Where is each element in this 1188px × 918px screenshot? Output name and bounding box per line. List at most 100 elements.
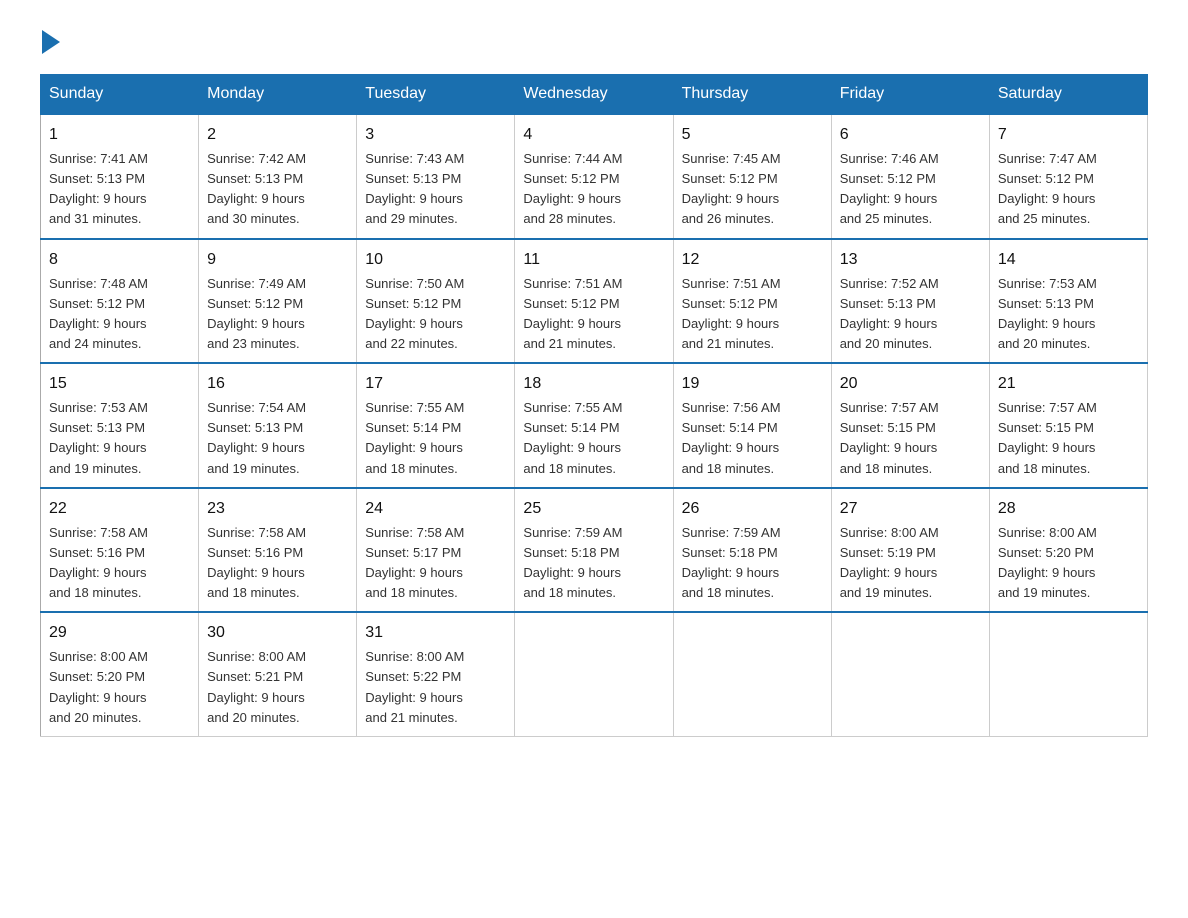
calendar-cell: 28Sunrise: 8:00 AMSunset: 5:20 PMDayligh… — [989, 488, 1147, 613]
day-number: 22 — [49, 497, 190, 521]
calendar-cell: 11Sunrise: 7:51 AMSunset: 5:12 PMDayligh… — [515, 239, 673, 364]
day-number: 11 — [523, 248, 664, 272]
day-info: Sunrise: 7:53 AMSunset: 5:13 PMDaylight:… — [49, 398, 190, 479]
day-info: Sunrise: 7:57 AMSunset: 5:15 PMDaylight:… — [998, 398, 1139, 479]
day-number: 20 — [840, 372, 981, 396]
day-info: Sunrise: 7:55 AMSunset: 5:14 PMDaylight:… — [365, 398, 506, 479]
header-monday: Monday — [199, 75, 357, 115]
calendar-week-5: 29Sunrise: 8:00 AMSunset: 5:20 PMDayligh… — [41, 612, 1148, 736]
calendar-cell: 9Sunrise: 7:49 AMSunset: 5:12 PMDaylight… — [199, 239, 357, 364]
header-wednesday: Wednesday — [515, 75, 673, 115]
day-number: 29 — [49, 621, 190, 645]
day-info: Sunrise: 7:53 AMSunset: 5:13 PMDaylight:… — [998, 274, 1139, 355]
day-number: 18 — [523, 372, 664, 396]
day-info: Sunrise: 7:49 AMSunset: 5:12 PMDaylight:… — [207, 274, 348, 355]
calendar-cell: 15Sunrise: 7:53 AMSunset: 5:13 PMDayligh… — [41, 363, 199, 488]
calendar-cell: 1Sunrise: 7:41 AMSunset: 5:13 PMDaylight… — [41, 114, 199, 239]
day-number: 1 — [49, 123, 190, 147]
day-info: Sunrise: 7:41 AMSunset: 5:13 PMDaylight:… — [49, 149, 190, 230]
day-number: 3 — [365, 123, 506, 147]
day-number: 25 — [523, 497, 664, 521]
calendar-cell: 17Sunrise: 7:55 AMSunset: 5:14 PMDayligh… — [357, 363, 515, 488]
day-info: Sunrise: 7:51 AMSunset: 5:12 PMDaylight:… — [523, 274, 664, 355]
calendar-cell: 29Sunrise: 8:00 AMSunset: 5:20 PMDayligh… — [41, 612, 199, 736]
calendar-cell: 12Sunrise: 7:51 AMSunset: 5:12 PMDayligh… — [673, 239, 831, 364]
calendar-cell: 2Sunrise: 7:42 AMSunset: 5:13 PMDaylight… — [199, 114, 357, 239]
calendar-cell: 6Sunrise: 7:46 AMSunset: 5:12 PMDaylight… — [831, 114, 989, 239]
day-number: 14 — [998, 248, 1139, 272]
calendar-cell: 5Sunrise: 7:45 AMSunset: 5:12 PMDaylight… — [673, 114, 831, 239]
day-info: Sunrise: 7:55 AMSunset: 5:14 PMDaylight:… — [523, 398, 664, 479]
day-info: Sunrise: 7:48 AMSunset: 5:12 PMDaylight:… — [49, 274, 190, 355]
day-number: 8 — [49, 248, 190, 272]
day-info: Sunrise: 7:58 AMSunset: 5:17 PMDaylight:… — [365, 523, 506, 604]
calendar-cell: 21Sunrise: 7:57 AMSunset: 5:15 PMDayligh… — [989, 363, 1147, 488]
day-info: Sunrise: 7:54 AMSunset: 5:13 PMDaylight:… — [207, 398, 348, 479]
calendar-cell: 7Sunrise: 7:47 AMSunset: 5:12 PMDaylight… — [989, 114, 1147, 239]
day-number: 12 — [682, 248, 823, 272]
day-info: Sunrise: 7:52 AMSunset: 5:13 PMDaylight:… — [840, 274, 981, 355]
day-number: 21 — [998, 372, 1139, 396]
day-info: Sunrise: 8:00 AMSunset: 5:19 PMDaylight:… — [840, 523, 981, 604]
calendar-header: SundayMondayTuesdayWednesdayThursdayFrid… — [41, 75, 1148, 115]
calendar-cell: 18Sunrise: 7:55 AMSunset: 5:14 PMDayligh… — [515, 363, 673, 488]
calendar-body: 1Sunrise: 7:41 AMSunset: 5:13 PMDaylight… — [41, 114, 1148, 736]
day-number: 19 — [682, 372, 823, 396]
day-info: Sunrise: 7:59 AMSunset: 5:18 PMDaylight:… — [523, 523, 664, 604]
day-number: 27 — [840, 497, 981, 521]
day-info: Sunrise: 8:00 AMSunset: 5:20 PMDaylight:… — [998, 523, 1139, 604]
calendar-week-2: 8Sunrise: 7:48 AMSunset: 5:12 PMDaylight… — [41, 239, 1148, 364]
day-number: 16 — [207, 372, 348, 396]
day-info: Sunrise: 7:46 AMSunset: 5:12 PMDaylight:… — [840, 149, 981, 230]
day-number: 7 — [998, 123, 1139, 147]
calendar-cell: 4Sunrise: 7:44 AMSunset: 5:12 PMDaylight… — [515, 114, 673, 239]
calendar-cell: 30Sunrise: 8:00 AMSunset: 5:21 PMDayligh… — [199, 612, 357, 736]
day-number: 30 — [207, 621, 348, 645]
day-info: Sunrise: 7:47 AMSunset: 5:12 PMDaylight:… — [998, 149, 1139, 230]
day-number: 23 — [207, 497, 348, 521]
logo-arrow-icon — [42, 30, 60, 54]
calendar-cell — [673, 612, 831, 736]
calendar-cell: 13Sunrise: 7:52 AMSunset: 5:13 PMDayligh… — [831, 239, 989, 364]
calendar-cell: 25Sunrise: 7:59 AMSunset: 5:18 PMDayligh… — [515, 488, 673, 613]
day-info: Sunrise: 7:45 AMSunset: 5:12 PMDaylight:… — [682, 149, 823, 230]
day-number: 5 — [682, 123, 823, 147]
calendar-week-1: 1Sunrise: 7:41 AMSunset: 5:13 PMDaylight… — [41, 114, 1148, 239]
calendar-week-4: 22Sunrise: 7:58 AMSunset: 5:16 PMDayligh… — [41, 488, 1148, 613]
calendar-cell — [515, 612, 673, 736]
calendar-cell: 16Sunrise: 7:54 AMSunset: 5:13 PMDayligh… — [199, 363, 357, 488]
day-number: 26 — [682, 497, 823, 521]
day-info: Sunrise: 7:58 AMSunset: 5:16 PMDaylight:… — [207, 523, 348, 604]
calendar-cell: 19Sunrise: 7:56 AMSunset: 5:14 PMDayligh… — [673, 363, 831, 488]
calendar-cell: 8Sunrise: 7:48 AMSunset: 5:12 PMDaylight… — [41, 239, 199, 364]
calendar-cell — [831, 612, 989, 736]
calendar-cell — [989, 612, 1147, 736]
calendar-week-3: 15Sunrise: 7:53 AMSunset: 5:13 PMDayligh… — [41, 363, 1148, 488]
day-number: 4 — [523, 123, 664, 147]
day-info: Sunrise: 7:43 AMSunset: 5:13 PMDaylight:… — [365, 149, 506, 230]
header-saturday: Saturday — [989, 75, 1147, 115]
logo — [40, 30, 66, 54]
day-number: 10 — [365, 248, 506, 272]
calendar-table: SundayMondayTuesdayWednesdayThursdayFrid… — [40, 74, 1148, 737]
calendar-cell: 27Sunrise: 8:00 AMSunset: 5:19 PMDayligh… — [831, 488, 989, 613]
day-number: 17 — [365, 372, 506, 396]
day-number: 15 — [49, 372, 190, 396]
header-sunday: Sunday — [41, 75, 199, 115]
day-info: Sunrise: 7:42 AMSunset: 5:13 PMDaylight:… — [207, 149, 348, 230]
day-info: Sunrise: 7:44 AMSunset: 5:12 PMDaylight:… — [523, 149, 664, 230]
calendar-cell: 23Sunrise: 7:58 AMSunset: 5:16 PMDayligh… — [199, 488, 357, 613]
day-info: Sunrise: 7:50 AMSunset: 5:12 PMDaylight:… — [365, 274, 506, 355]
day-number: 9 — [207, 248, 348, 272]
day-number: 13 — [840, 248, 981, 272]
day-info: Sunrise: 7:57 AMSunset: 5:15 PMDaylight:… — [840, 398, 981, 479]
day-info: Sunrise: 8:00 AMSunset: 5:20 PMDaylight:… — [49, 647, 190, 728]
day-info: Sunrise: 7:51 AMSunset: 5:12 PMDaylight:… — [682, 274, 823, 355]
calendar-cell: 24Sunrise: 7:58 AMSunset: 5:17 PMDayligh… — [357, 488, 515, 613]
calendar-cell: 26Sunrise: 7:59 AMSunset: 5:18 PMDayligh… — [673, 488, 831, 613]
day-number: 6 — [840, 123, 981, 147]
day-info: Sunrise: 8:00 AMSunset: 5:22 PMDaylight:… — [365, 647, 506, 728]
calendar-cell: 22Sunrise: 7:58 AMSunset: 5:16 PMDayligh… — [41, 488, 199, 613]
day-info: Sunrise: 7:56 AMSunset: 5:14 PMDaylight:… — [682, 398, 823, 479]
day-info: Sunrise: 7:58 AMSunset: 5:16 PMDaylight:… — [49, 523, 190, 604]
